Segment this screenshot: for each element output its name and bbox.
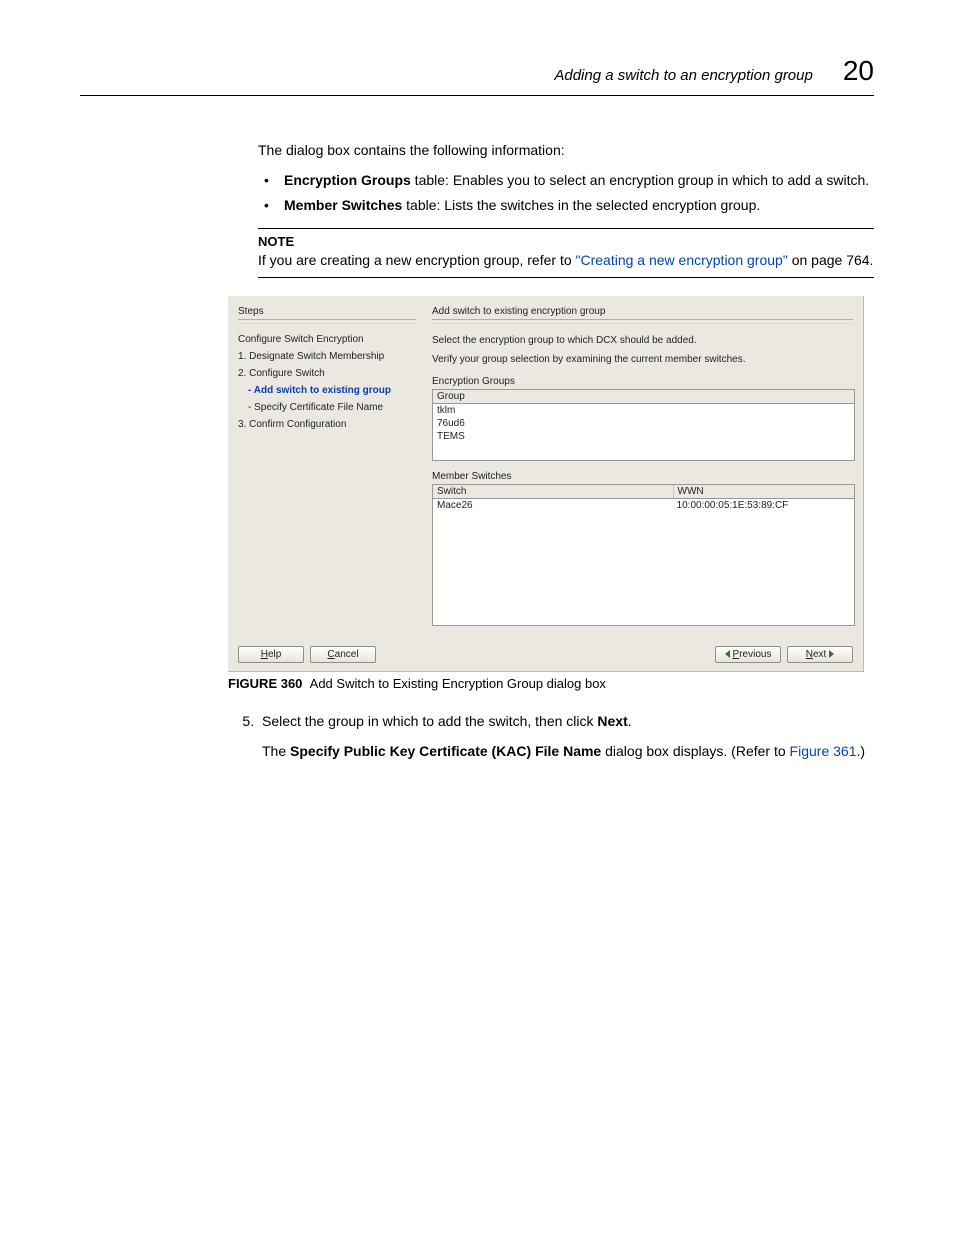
encryption-groups-table[interactable]: Group tklm 76ud6 TEMS (432, 389, 855, 461)
step-2b: - Specify Certificate File Name (248, 402, 416, 413)
step-5: Select the group in which to add the swi… (258, 713, 874, 729)
note-link[interactable]: "Creating a new encryption group" (576, 252, 788, 268)
step5-pre: Select the group in which to add the swi… (262, 713, 597, 729)
note-post: on page 764. (788, 252, 874, 268)
bullet-bold: Member Switches (284, 197, 402, 213)
note-label: NOTE (258, 233, 874, 251)
step-1: 1. Designate Switch Membership (238, 351, 416, 362)
cell-wwn: 10:00:00:05:1E:53:89:CF (673, 499, 854, 512)
arrow-left-icon (725, 650, 730, 658)
figure-caption: FIGURE 360 Add Switch to Existing Encryp… (228, 676, 874, 691)
dialog-screenshot: Steps Configure Switch Encryption 1. Des… (228, 296, 864, 672)
groups-header: Group (433, 390, 854, 404)
note-pre: If you are creating a new encryption gro… (258, 252, 576, 268)
step5-bold: Next (597, 713, 627, 729)
intro-text: The dialog box contains the following in… (258, 141, 874, 161)
after-mid: dialog box displays. (Refer to (601, 743, 789, 759)
bullet-bold: Encryption Groups (284, 172, 411, 188)
cancel-label-rest: ancel (335, 649, 359, 660)
figure-caption-text: Add Switch to Existing Encryption Group … (310, 676, 606, 691)
members-table-label: Member Switches (432, 471, 853, 482)
next-button[interactable]: Next (787, 646, 853, 663)
cell-switch: Mace26 (433, 499, 673, 512)
previous-button[interactable]: Previous (715, 646, 781, 663)
groups-table-label: Encryption Groups (432, 376, 853, 387)
step5-followup: The Specify Public Key Certificate (KAC)… (262, 743, 874, 759)
figure-number: FIGURE 360 (228, 676, 302, 691)
dialog-main: Add switch to existing encryption group … (432, 306, 853, 626)
dialog-button-row: Help Cancel Previous Next (238, 646, 853, 663)
help-label-rest: elp (268, 649, 281, 660)
dialog-subtitle: Add switch to existing encryption group (432, 306, 853, 320)
step-2a-active: - Add switch to existing group (248, 385, 416, 396)
table-row[interactable]: TEMS (433, 430, 854, 443)
header-section-title: Adding a switch to an encryption group (554, 67, 813, 84)
steps-panel: Steps Configure Switch Encryption 1. Des… (238, 306, 416, 626)
table-row[interactable]: 76ud6 (433, 417, 854, 430)
numbered-steps: Select the group in which to add the swi… (228, 713, 874, 729)
steps-title: Steps (238, 306, 416, 320)
figure-link[interactable]: Figure 361 (790, 743, 857, 759)
table-row[interactable]: Mace26 10:00:00:05:1E:53:89:CF (433, 499, 854, 512)
step-3: 3. Confirm Configuration (238, 419, 416, 430)
step-2: 2. Configure Switch (238, 368, 416, 379)
bullet-list: Encryption Groups table: Enables you to … (258, 171, 874, 216)
steps-heading: Configure Switch Encryption (238, 334, 416, 345)
dialog-instruction: Select the encryption group to which DCX… (432, 334, 853, 347)
step5-post: . (628, 713, 632, 729)
arrow-right-icon (829, 650, 834, 658)
dialog-instruction: Verify your group selection by examining… (432, 353, 853, 366)
after-post: .) (856, 743, 865, 759)
note-body: If you are creating a new encryption gro… (258, 251, 874, 271)
member-switches-table[interactable]: Switch WWN Mace26 10:00:00:05:1E:53:89:C… (432, 484, 855, 626)
bullet-text: table: Enables you to select an encrypti… (411, 172, 869, 188)
after-bold: Specify Public Key Certificate (KAC) Fil… (290, 743, 601, 759)
help-button[interactable]: Help (238, 646, 304, 663)
members-header: Switch WWN (433, 485, 854, 499)
list-item: Member Switches table: Lists the switche… (258, 196, 874, 216)
col-switch: Switch (433, 485, 674, 498)
bullet-text: table: Lists the switches in the selecte… (402, 197, 760, 213)
page-header: Adding a switch to an encryption group 2… (80, 55, 874, 96)
list-item: Encryption Groups table: Enables you to … (258, 171, 874, 191)
cancel-button[interactable]: Cancel (310, 646, 376, 663)
after-pre: The (262, 743, 290, 759)
col-wwn: WWN (674, 485, 854, 498)
chapter-number: 20 (843, 55, 874, 87)
table-row[interactable]: tklm (433, 404, 854, 417)
note-block: NOTE If you are creating a new encryptio… (258, 228, 874, 278)
